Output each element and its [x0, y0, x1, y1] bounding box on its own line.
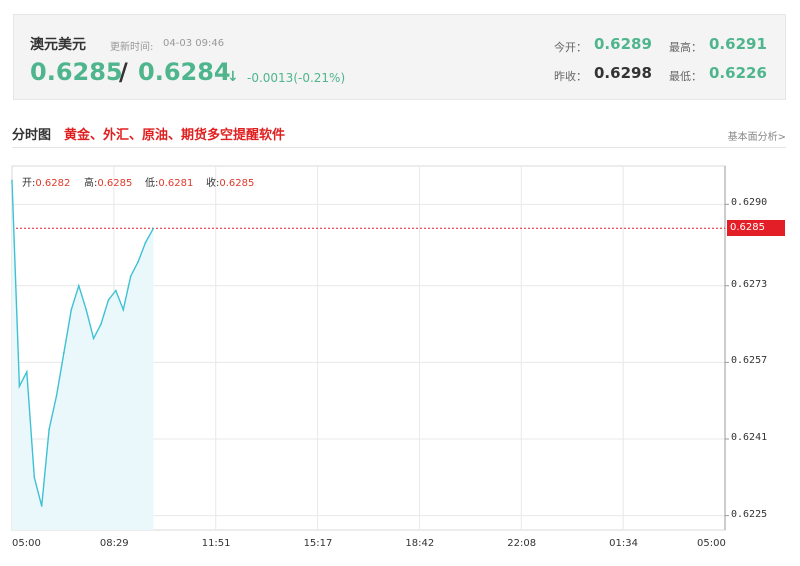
ohlc-open-value: 0.6282: [35, 178, 71, 189]
price-area: [12, 180, 154, 530]
y-tick-label: 0.6241: [731, 432, 768, 443]
y-tick-label: 0.6273: [731, 278, 768, 290]
price-point: [122, 308, 125, 311]
ohlc-close-value: 0.6285: [219, 178, 255, 189]
price-point: [129, 275, 132, 277]
ohlc-low-value: 0.6281: [158, 178, 194, 189]
price-point: [55, 395, 58, 397]
price-point: [26, 371, 28, 373]
price-point: [92, 337, 95, 340]
ohlc-open: 开:0.6282: [22, 174, 70, 189]
ohlc-high-value: 0.6285: [97, 178, 133, 189]
ohlc-close: 收:0.6285: [206, 174, 254, 189]
y-tick-label: 0.6257: [731, 355, 768, 367]
price-point: [100, 323, 102, 325]
x-tick-label: 05:00: [697, 538, 726, 549]
y-tick-label: 0.6225: [731, 508, 768, 520]
price-point: [63, 351, 65, 354]
price-point: [152, 227, 155, 230]
ohlc-low-label: 低:: [145, 178, 159, 189]
intraday-chart: [11, 165, 729, 531]
x-tick-label: 11:51: [201, 538, 231, 549]
price-point: [18, 385, 21, 388]
price-point: [11, 179, 13, 182]
ohlc-high: 高:0.6285: [84, 174, 132, 189]
ohlc-high-label: 高:: [84, 178, 98, 189]
x-tick-label: 15:17: [303, 538, 333, 549]
price-point: [48, 428, 50, 431]
price-point: [40, 505, 43, 507]
ohlc-open-label: 开:: [22, 178, 36, 189]
ohlc-low: 低:0.6281: [145, 174, 193, 189]
current-price-flag: 0.6285: [727, 220, 785, 237]
y-tick-label: 0.6290: [731, 197, 768, 209]
ohlc-close-label: 收:: [206, 178, 220, 189]
price-point: [144, 241, 147, 244]
price-point: [137, 260, 139, 263]
price-point: [115, 289, 117, 292]
price-point: [107, 299, 110, 301]
price-point: [33, 476, 36, 479]
x-tick-label: 18:42: [405, 538, 435, 549]
x-tick-label: 08:29: [99, 538, 129, 549]
price-point: [85, 308, 87, 311]
price-point: [70, 308, 73, 311]
price-point: [77, 284, 80, 287]
x-tick-label: 01:34: [609, 538, 638, 549]
x-tick-label: 22:08: [507, 538, 537, 549]
x-tick-label: 05:00: [12, 538, 41, 549]
